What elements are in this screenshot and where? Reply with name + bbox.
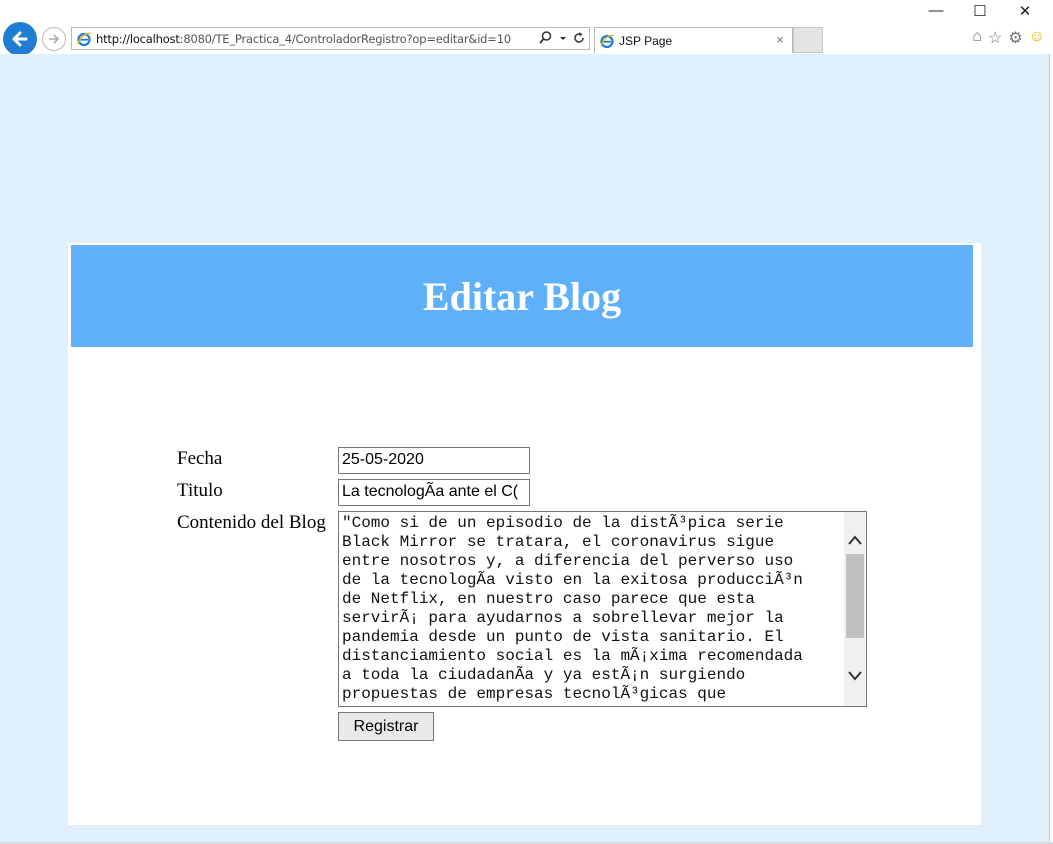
contenido-label: Contenido del Blog <box>177 512 326 533</box>
new-tab-button[interactable] <box>793 27 823 53</box>
back-button[interactable] <box>3 22 37 56</box>
forward-button[interactable] <box>42 27 66 51</box>
star-icon[interactable]: ☆ <box>988 28 1002 48</box>
close-window-button[interactable]: ✕ <box>1002 2 1048 20</box>
registrar-button[interactable]: Registrar <box>338 712 434 741</box>
arrow-right-icon <box>49 34 60 44</box>
tab-close-button[interactable]: × <box>776 32 784 47</box>
scrollbar-thumb[interactable] <box>846 554 864 638</box>
ie-icon <box>77 32 92 46</box>
titulo-input[interactable]: La tecnologÃa ante el C( <box>338 479 530 506</box>
scroll-up-icon[interactable] <box>844 530 866 550</box>
ie-tab-icon <box>600 34 615 48</box>
browser-chrome: — ☐ ✕ http://localhost:8080/TE_Practica_… <box>0 0 1053 56</box>
contenido-textarea[interactable]: "Como si de un episodio de la distÃ³pica… <box>338 511 867 707</box>
gear-icon[interactable]: ⚙ <box>1008 28 1022 48</box>
contenido-text: "Como si de un episodio de la distÃ³pica… <box>342 514 803 703</box>
page-banner: Editar Blog <box>71 245 973 347</box>
maximize-button[interactable]: ☐ <box>957 2 1003 20</box>
toolbar-icons: ⌂ ☆ ⚙ ☺ <box>972 28 1045 48</box>
refresh-icon[interactable] <box>573 30 585 46</box>
page-viewport: Editar Blog Fecha 25-05-2020 Titulo La t… <box>0 54 1049 842</box>
fecha-input[interactable]: 25-05-2020 <box>338 447 530 474</box>
home-icon[interactable]: ⌂ <box>972 28 982 48</box>
scroll-down-icon[interactable] <box>844 666 866 686</box>
window-right-edge <box>1049 54 1053 844</box>
smiley-icon[interactable]: ☺ <box>1029 28 1045 48</box>
arrow-left-icon <box>12 31 28 47</box>
address-tools <box>539 30 585 46</box>
titulo-label: Titulo <box>177 480 223 501</box>
minimize-button[interactable]: — <box>913 2 959 19</box>
fecha-label: Fecha <box>177 448 223 469</box>
page-title: Editar Blog <box>422 273 622 319</box>
form-card: Editar Blog Fecha 25-05-2020 Titulo La t… <box>68 243 981 825</box>
textarea-scrollbar[interactable] <box>844 512 866 706</box>
tab-title: JSP Page <box>619 33 673 48</box>
url-text: http://localhost:8080/TE_Practica_4/Cont… <box>96 31 511 46</box>
search-icon[interactable] <box>539 30 553 46</box>
chevron-down-icon[interactable] <box>559 30 567 46</box>
browser-tab[interactable]: JSP Page × <box>594 27 793 53</box>
address-bar[interactable]: http://localhost:8080/TE_Practica_4/Cont… <box>71 27 590 50</box>
